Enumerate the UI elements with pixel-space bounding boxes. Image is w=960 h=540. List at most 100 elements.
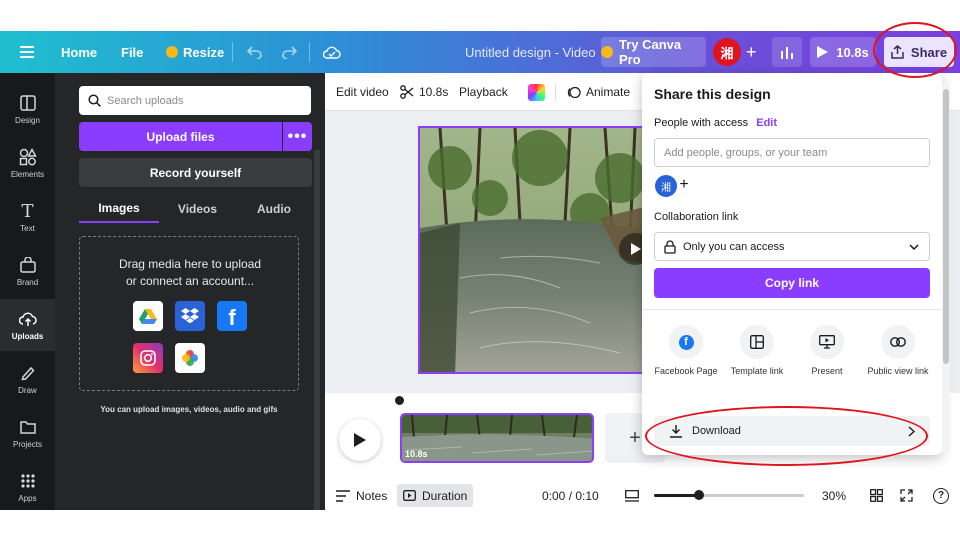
rail-item-uploads[interactable]: Uploads	[0, 299, 55, 351]
zoom-slider[interactable]	[654, 490, 804, 500]
people-access-row: People with access Edit	[654, 117, 777, 129]
share-option-present[interactable]: Present	[795, 325, 859, 377]
uploads-icon	[18, 309, 38, 329]
grid-view-icon[interactable]	[870, 481, 883, 510]
notes-label: Notes	[356, 488, 388, 503]
fullscreen-icon[interactable]	[900, 481, 913, 510]
rail-item-draw[interactable]: Draw	[0, 353, 55, 405]
play-icon	[817, 46, 829, 58]
rail-item-apps[interactable]: Apps	[0, 461, 55, 513]
menu-icon[interactable]	[20, 31, 34, 73]
home-button[interactable]: Home	[61, 31, 97, 73]
play-button[interactable]	[339, 419, 381, 461]
animate-label: Animate	[586, 85, 631, 99]
clip-duration: 10.8s	[405, 449, 428, 459]
share-title: Share this design	[654, 86, 771, 102]
record-yourself-button[interactable]: Record yourself	[79, 158, 312, 187]
share-option-facebook-page[interactable]: f Facebook Page	[654, 325, 718, 377]
insights-icon[interactable]	[772, 37, 802, 67]
rail-label: Brand	[16, 278, 39, 287]
left-rail: Design Elements T Text Brand Uploads Dra…	[0, 73, 55, 510]
upload-files-button[interactable]: Upload files	[79, 122, 282, 151]
lock-icon	[664, 239, 676, 254]
animate-button[interactable]: Animate	[566, 73, 630, 111]
rail-item-elements[interactable]: Elements	[0, 137, 55, 189]
rail-item-text[interactable]: T Text	[0, 191, 55, 243]
notes-button[interactable]: Notes	[336, 481, 387, 510]
chevron-down-icon	[909, 243, 919, 250]
google-drive-icon[interactable]	[133, 301, 163, 331]
collaborator-avatar[interactable]: 湘	[655, 175, 677, 197]
avatar[interactable]: 湘	[713, 38, 741, 66]
dropbox-icon[interactable]	[175, 301, 205, 331]
google-photos-icon[interactable]	[175, 343, 205, 373]
add-people-input[interactable]: Add people, groups, or your team	[654, 138, 930, 167]
copy-link-button[interactable]: Copy link	[654, 268, 930, 298]
panel-scrollbar[interactable]	[314, 150, 320, 510]
duration-button[interactable]: Duration	[397, 484, 474, 507]
time-readout: 0:00 / 0:10	[542, 488, 599, 503]
playhead-marker[interactable]	[395, 396, 404, 405]
facebook-icon: f	[669, 325, 703, 359]
present-icon	[810, 325, 844, 359]
page-view-icon[interactable]	[625, 481, 639, 510]
cloud-saved-icon[interactable]	[323, 31, 341, 73]
rail-item-brand[interactable]: Brand	[0, 245, 55, 297]
uploads-panel: Search uploads Upload files ••• Record y…	[55, 73, 325, 510]
redo-icon[interactable]	[281, 31, 297, 73]
rail-item-design[interactable]: Design	[0, 83, 55, 135]
play-preview-button[interactable]: 10.8s	[810, 37, 876, 67]
preview-duration: 10.8s	[836, 44, 869, 60]
scissors-icon	[400, 85, 414, 99]
resize-button[interactable]: Resize	[166, 31, 224, 73]
zoom-slider-thumb[interactable]	[694, 490, 704, 500]
zoom-slider-fill	[654, 494, 699, 497]
share-dialog-scrollbar[interactable]	[942, 83, 950, 453]
playback-button[interactable]: Playback	[459, 73, 508, 111]
share-option-label: Facebook Page	[654, 366, 718, 376]
share-option-label: Present	[811, 366, 843, 376]
rail-label: Draw	[18, 386, 37, 395]
crown-icon	[166, 46, 178, 58]
annotation-circle-download	[645, 406, 928, 466]
edit-access-link[interactable]: Edit	[756, 117, 777, 129]
timeline-clip[interactable]: 10.8s	[400, 413, 594, 463]
link-access-value: Only you can access	[683, 240, 785, 253]
upload-hint: You can upload images, videos, audio and…	[100, 405, 278, 414]
share-option-public-view-link[interactable]: Public view link	[866, 325, 930, 377]
instagram-icon[interactable]	[133, 343, 163, 373]
trim-button[interactable]: 10.8s	[400, 73, 448, 111]
share-option-template-link[interactable]: Template link	[725, 325, 789, 377]
try-pro-label: Try Canva Pro	[618, 37, 682, 67]
edit-video-button[interactable]: Edit video	[336, 73, 389, 111]
add-collaborator-icon[interactable]: +	[746, 31, 757, 73]
link-access-select[interactable]: Only you can access	[654, 232, 930, 261]
drop-text: or connect an account...	[125, 274, 255, 288]
tab-videos[interactable]: Videos	[160, 195, 235, 223]
rail-label: Uploads	[11, 332, 44, 341]
drop-text: Drag media here to upload	[118, 257, 262, 271]
folder-icon	[18, 417, 38, 437]
drop-zone[interactable]: Drag media here to upload or connect an …	[79, 236, 299, 391]
file-menu[interactable]: File	[121, 31, 143, 73]
facebook-icon[interactable]: f	[217, 301, 247, 331]
divider	[309, 42, 310, 62]
share-option-label: Public view link	[867, 366, 929, 376]
zoom-readout[interactable]: 30%	[822, 481, 846, 510]
undo-icon[interactable]	[247, 31, 263, 73]
search-input[interactable]: Search uploads	[79, 86, 311, 115]
more-options-button[interactable]: •••	[283, 122, 312, 151]
duration-label: Duration	[422, 488, 468, 503]
people-access-label: People with access	[654, 117, 749, 129]
rail-label: Projects	[13, 440, 42, 449]
help-icon[interactable]: ?	[933, 481, 949, 510]
search-placeholder: Search uploads	[107, 94, 184, 107]
color-picker-icon[interactable]	[528, 73, 545, 111]
tab-audio[interactable]: Audio	[236, 195, 312, 223]
document-title[interactable]: Untitled design - Video	[465, 31, 596, 73]
design-icon	[18, 93, 38, 113]
try-pro-button[interactable]: Try Canva Pro	[601, 37, 706, 67]
rail-item-projects[interactable]: Projects	[0, 407, 55, 459]
add-collaborator-icon[interactable]: +	[677, 173, 691, 197]
tab-images[interactable]: Images	[79, 195, 159, 223]
